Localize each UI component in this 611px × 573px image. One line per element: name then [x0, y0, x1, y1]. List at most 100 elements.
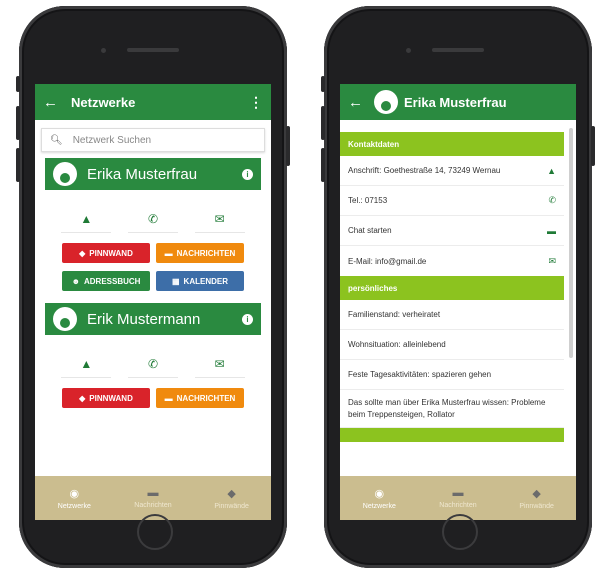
contacts-icon: ☻: [71, 276, 80, 286]
overflow-menu-icon[interactable]: ⋮: [249, 94, 263, 111]
search-input[interactable]: 🔍︎ Netzwerk Suchen: [41, 128, 265, 152]
navigation-icon[interactable]: ▲: [547, 166, 556, 176]
phone-row[interactable]: Tel.: 07153 ✆: [340, 186, 564, 216]
nav-label: Pinnwände: [519, 502, 554, 510]
section-header-persoenliches: persönliches: [340, 276, 564, 300]
contact-icon-row: ▲ ✆ ✉: [53, 212, 253, 233]
home-button: [442, 514, 478, 550]
chat-row[interactable]: Chat starten ▬: [340, 216, 564, 246]
daily-activities-row: Feste Tagesaktivitäten: spazieren gehen: [340, 360, 564, 390]
living-situation-row: Wohnsituation: alleinlebend: [340, 330, 564, 360]
networks-screen: ← Netzwerke ⋮ 🔍︎ Netzwerk Suchen Erika M…: [35, 84, 271, 520]
button-label: PINNWAND: [89, 248, 133, 258]
person-name: Erik Mustermann: [87, 310, 201, 328]
info-icon[interactable]: i: [242, 313, 253, 325]
contact-icon-row: ▲ ✆ ✉: [53, 357, 253, 378]
pinnwand-button[interactable]: ◆ PINNWAND: [62, 388, 150, 408]
mute-switch: [16, 76, 20, 92]
mute-switch: [321, 76, 325, 92]
row-text: Anschrift: Goethestraße 14, 73249 Wernau: [348, 166, 501, 175]
nachrichten-button[interactable]: ▬ NACHRICHTEN: [156, 388, 244, 408]
tag-icon: ◆: [79, 393, 86, 403]
nav-label: Nachrichten: [134, 502, 172, 509]
nav-nachrichten[interactable]: ▬ Nachrichten: [423, 487, 493, 509]
calendar-icon: ▦: [171, 276, 180, 286]
camera-icon: [406, 48, 411, 53]
pinnwand-button[interactable]: ◆ PINNWAND: [62, 243, 150, 263]
power-button: [286, 126, 290, 166]
scrollbar[interactable]: [569, 128, 573, 358]
avatar-icon: [53, 162, 77, 186]
phone-frame-right: ← Erika Musterfrau Kontaktdaten Anschrif…: [321, 6, 595, 568]
contact-detail-screen: ← Erika Musterfrau Kontaktdaten Anschrif…: [340, 84, 576, 520]
tag-icon: ◆: [227, 487, 236, 500]
volume-up-button: [321, 106, 325, 140]
section-header-kontaktdaten: Kontaktdaten: [340, 132, 564, 156]
tag-icon: ◆: [79, 248, 86, 258]
button-label: ADRESSBUCH: [83, 276, 141, 286]
info-icon[interactable]: i: [242, 168, 253, 180]
person-card-erik[interactable]: Erik Mustermann i: [45, 303, 261, 335]
speaker-grille: [127, 48, 179, 52]
kalender-button[interactable]: ▦ KALENDER: [156, 271, 244, 291]
notes-row: Das sollte man über Erika Musterfrau wis…: [340, 390, 564, 428]
volume-down-button: [321, 148, 325, 182]
row-text: Tel.: 07153: [348, 196, 388, 205]
nav-pinnwaende[interactable]: ◆ Pinnwände: [197, 487, 267, 510]
phone-icon[interactable]: ✆: [127, 357, 178, 378]
nachrichten-button[interactable]: ▬ NACHRICHTEN: [156, 243, 244, 263]
section-header-partial: [340, 428, 564, 442]
nav-netzwerke[interactable]: ◉ Netzwerke: [344, 487, 414, 510]
chat-icon[interactable]: ▬: [547, 226, 556, 236]
family-status-row: Familienstand: verheiratet: [340, 300, 564, 330]
nav-label: Nachrichten: [439, 502, 477, 509]
radio-target-icon: ◉: [374, 487, 385, 500]
row-text: Feste Tagesaktivitäten: spazieren gehen: [348, 370, 492, 379]
app-bar: ← Netzwerke ⋮: [35, 84, 271, 120]
app-bar: ← Erika Musterfrau: [340, 84, 576, 120]
nav-label: Netzwerke: [362, 502, 396, 510]
row-text: Familienstand: verheiratet: [348, 310, 441, 319]
email-row[interactable]: E-Mail: info@gmail.de ✉: [340, 246, 564, 276]
button-label: KALENDER: [183, 276, 228, 286]
address-row[interactable]: Anschrift: Goethestraße 14, 73249 Wernau…: [340, 156, 564, 186]
nav-label: Pinnwände: [214, 502, 249, 510]
nav-netzwerke[interactable]: ◉ Netzwerke: [39, 487, 109, 510]
volume-down-button: [16, 148, 20, 182]
mail-icon[interactable]: ✉: [194, 357, 245, 378]
navigation-icon[interactable]: ▲: [61, 212, 112, 233]
avatar-icon: [53, 307, 77, 331]
chat-icon: ▬: [164, 248, 173, 258]
power-button: [591, 126, 595, 166]
page-title: Erika Musterfrau: [404, 94, 507, 110]
back-arrow-icon[interactable]: ←: [348, 94, 370, 111]
chat-icon: ▬: [147, 487, 159, 499]
button-label: NACHRICHTEN: [176, 393, 236, 403]
chat-icon: ▬: [452, 487, 464, 499]
mail-icon[interactable]: ✉: [548, 256, 556, 267]
nav-nachrichten[interactable]: ▬ Nachrichten: [118, 487, 188, 509]
home-button: [137, 514, 173, 550]
navigation-icon[interactable]: ▲: [61, 357, 112, 378]
nav-pinnwaende[interactable]: ◆ Pinnwände: [502, 487, 572, 510]
avatar-icon: [374, 90, 398, 114]
phone-icon[interactable]: ✆: [127, 212, 178, 233]
back-arrow-icon[interactable]: ←: [43, 94, 65, 111]
tag-icon: ◆: [532, 487, 541, 500]
adressbuch-button[interactable]: ☻ ADRESSBUCH: [62, 271, 150, 291]
chat-icon: ▬: [164, 393, 173, 403]
camera-icon: [101, 48, 106, 53]
radio-target-icon: ◉: [69, 487, 80, 500]
mail-icon[interactable]: ✉: [194, 212, 245, 233]
row-text: E-Mail: info@gmail.de: [348, 256, 427, 266]
page-title: Netzwerke: [71, 94, 136, 110]
button-label: NACHRICHTEN: [176, 248, 236, 258]
search-placeholder: Netzwerk Suchen: [72, 134, 152, 146]
person-name: Erika Musterfrau: [87, 165, 198, 183]
nav-label: Netzwerke: [57, 502, 91, 510]
person-card-erika[interactable]: Erika Musterfrau i: [45, 158, 261, 190]
search-icon: 🔍︎: [50, 134, 63, 146]
phone-icon[interactable]: ✆: [548, 195, 556, 206]
row-text: Das sollte man über Erika Musterfrau wis…: [348, 397, 546, 419]
button-label: PINNWAND: [89, 393, 133, 403]
